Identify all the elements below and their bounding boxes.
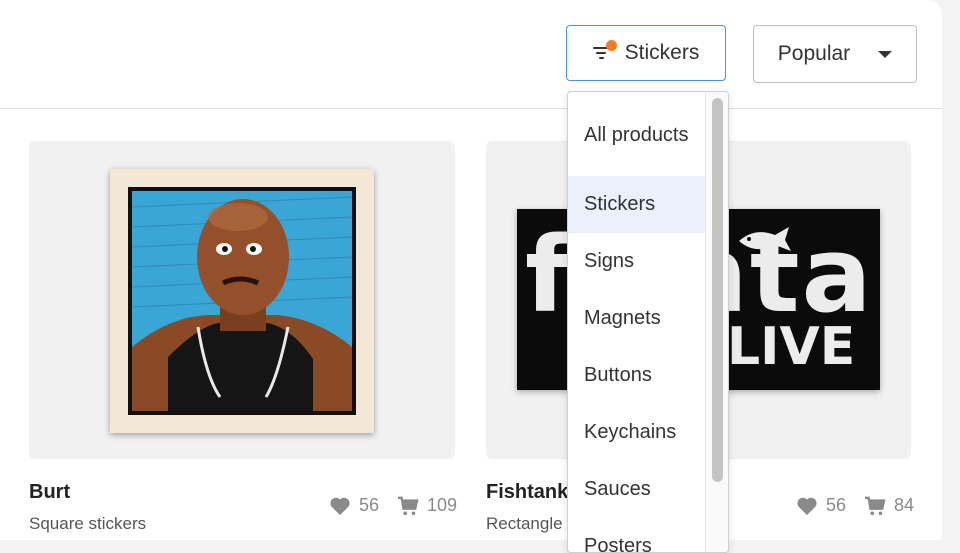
menu-item-all-products[interactable]: All products xyxy=(568,92,705,176)
product-stats: 56 109 xyxy=(329,495,457,516)
likes-count: 56 xyxy=(826,495,847,515)
menu-item-sauces[interactable]: Sauces xyxy=(568,461,705,518)
cart-icon xyxy=(397,496,419,516)
product-subtitle: Square stickers xyxy=(29,514,147,533)
filter-dropdown-menu: All products Stickers Signs Magnets Butt… xyxy=(567,91,729,553)
product-title[interactable]: Burt xyxy=(29,481,70,504)
filter-badge xyxy=(605,40,617,51)
filter-icon xyxy=(592,40,617,62)
sort-select[interactable]: Popular xyxy=(753,25,917,83)
product-stats: 56 84 xyxy=(796,495,914,516)
toolbar: Stickers Popular xyxy=(0,0,942,109)
sort-select-label: Popular xyxy=(777,42,851,65)
content-panel: Stickers Popular Burt Square stickers 56… xyxy=(0,0,942,553)
menu-item-buttons[interactable]: Buttons xyxy=(568,347,705,404)
filter-button[interactable]: Stickers xyxy=(566,25,726,81)
dropdown-scrollbar[interactable] xyxy=(705,92,728,552)
burt-sticker-artwork xyxy=(110,169,374,433)
menu-item-posters[interactable]: Posters xyxy=(568,518,705,552)
scrollbar-thumb[interactable] xyxy=(712,98,723,482)
heart-icon[interactable] xyxy=(329,496,351,516)
cart-count: 84 xyxy=(894,495,915,515)
menu-item-keychains[interactable]: Keychains xyxy=(568,404,705,461)
heart-icon[interactable] xyxy=(796,496,818,516)
fish-icon xyxy=(739,227,791,251)
menu-item-stickers[interactable]: Stickers xyxy=(568,176,705,233)
cart-count: 109 xyxy=(427,495,458,515)
menu-item-signs[interactable]: Signs xyxy=(568,233,705,290)
menu-item-magnets[interactable]: Magnets xyxy=(568,290,705,347)
likes-count: 56 xyxy=(359,495,380,515)
fishtank-logo-sub: LIVE xyxy=(727,317,856,377)
product-image-burt[interactable] xyxy=(29,141,455,459)
caret-down-icon xyxy=(878,50,893,58)
cart-icon xyxy=(864,496,886,516)
filter-button-label: Stickers xyxy=(624,41,700,64)
